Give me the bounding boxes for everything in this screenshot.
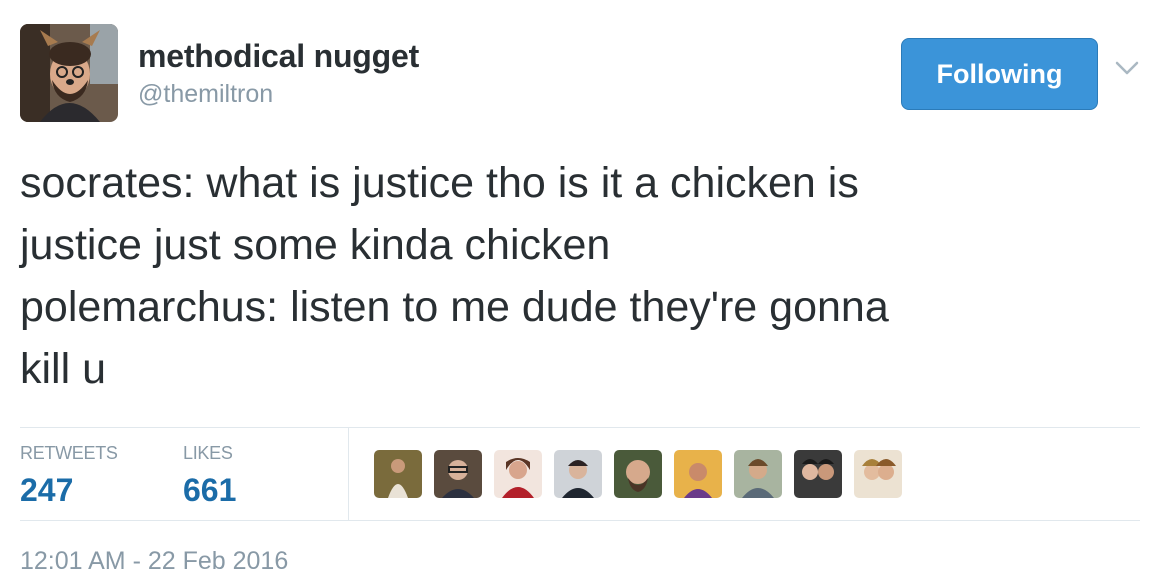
tweet-line: polemarchus: listen to me dude they're g… <box>20 283 889 331</box>
liker-photo-icon <box>434 450 482 498</box>
liker-photo-icon <box>494 450 542 498</box>
retweets-count: 247 <box>20 472 74 508</box>
liker-avatar[interactable] <box>794 450 842 498</box>
liker-avatar[interactable] <box>854 450 902 498</box>
liker-avatar[interactable] <box>374 450 422 498</box>
liker-avatar[interactable] <box>494 450 542 498</box>
retweets-label: RETWEETS <box>20 443 118 463</box>
liker-avatars <box>374 450 902 498</box>
profile-avatar[interactable] <box>20 24 118 122</box>
tweet-timestamp[interactable]: 12:01 AM - 22 Feb 2016 <box>20 547 288 576</box>
liker-avatar[interactable] <box>674 450 722 498</box>
tweet-menu-caret[interactable] <box>1114 58 1140 78</box>
likes-label: LIKES <box>183 443 233 463</box>
liker-photo-icon <box>614 450 662 498</box>
tweet-line: justice just some kinda chicken <box>20 221 611 269</box>
tweet-text: socrates: what is justice tho is it a ch… <box>20 152 1140 400</box>
profile-photo-icon <box>20 24 118 122</box>
liker-photo-icon <box>854 450 902 498</box>
stats-bottom-divider <box>20 520 1140 521</box>
liker-photo-icon <box>674 450 722 498</box>
stats-top-divider <box>20 427 1140 428</box>
user-handle[interactable]: @themiltron <box>138 80 273 109</box>
liker-avatar[interactable] <box>734 450 782 498</box>
liker-photo-icon <box>794 450 842 498</box>
tweet-line: socrates: what is justice tho is it a ch… <box>20 159 859 207</box>
liker-avatar[interactable] <box>434 450 482 498</box>
liker-photo-icon <box>734 450 782 498</box>
likes-count: 661 <box>183 472 237 508</box>
liker-photo-icon <box>374 450 422 498</box>
chevron-down-icon <box>1115 61 1139 75</box>
following-button[interactable]: Following <box>901 38 1098 110</box>
display-name[interactable]: methodical nugget <box>138 38 419 75</box>
stats-vertical-divider <box>348 428 349 520</box>
liker-avatar[interactable] <box>554 450 602 498</box>
likes-stat[interactable]: LIKES 661 <box>183 443 236 509</box>
liker-avatar[interactable] <box>614 450 662 498</box>
tweet-line: kill u <box>20 345 107 393</box>
liker-photo-icon <box>554 450 602 498</box>
retweets-stat[interactable]: RETWEETS 247 <box>20 443 118 509</box>
